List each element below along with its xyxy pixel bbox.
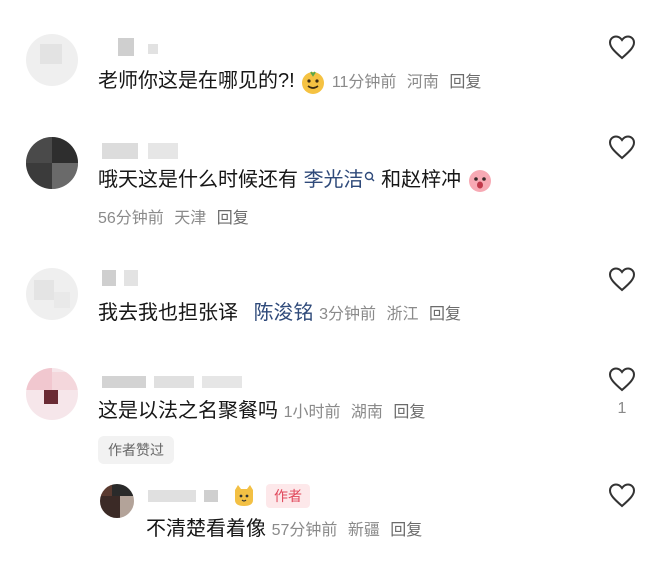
comment-body-continued: 和赵梓冲 [381, 169, 462, 191]
username-pixel [148, 490, 196, 502]
avatar-pixel [120, 496, 134, 518]
heart-outline-icon[interactable] [608, 366, 636, 392]
reply-button[interactable]: 回复 [429, 306, 461, 323]
avatar-pixel [52, 163, 78, 189]
avatar[interactable] [26, 268, 78, 320]
author-liked-badge: 作者赞过 [98, 436, 174, 464]
comment-location: 河南 [406, 74, 439, 91]
heart-outline-icon[interactable] [608, 266, 636, 292]
comment-text: 哦天这是什么时候还有 李光洁 和赵梓冲 [98, 167, 493, 194]
comment-meta: 56分钟前 天津 回复 [98, 204, 255, 228]
comment-time: 56分钟前 [98, 210, 164, 227]
comment-text: 不清楚看着像 57分钟前 新疆 回复 [146, 516, 428, 544]
username-pixel [102, 143, 138, 159]
comment-body: 老师你这是在哪见的?! [98, 70, 295, 92]
username-pixel [202, 376, 242, 388]
avatar-pixel [26, 368, 52, 390]
comment-meta: 11分钟前 河南 回复 [332, 74, 488, 91]
heart-outline-icon[interactable] [608, 482, 636, 508]
avatar-pixel [44, 390, 58, 404]
comment-meta: 3分钟前 浙江 回复 [319, 306, 467, 323]
avatar-pixel [112, 484, 134, 496]
heart-outline-icon[interactable] [608, 134, 636, 160]
avatar-pixel [26, 163, 52, 189]
username-pixel [204, 490, 218, 502]
avatar-pixel [52, 137, 78, 163]
avatar-pixel [26, 137, 52, 163]
mention-link[interactable]: 李光洁 [304, 169, 382, 191]
avatar-pixel [100, 496, 120, 518]
username-pixel [102, 376, 146, 388]
heart-outline-icon[interactable] [608, 34, 636, 60]
comment-time: 1小时前 [283, 404, 341, 421]
comment-body: 我去我也担张译 [98, 302, 238, 324]
avatar-pixel [54, 292, 70, 308]
reply-button[interactable]: 回复 [390, 522, 422, 539]
reply-button[interactable]: 回复 [217, 210, 249, 227]
comment-text: 这是以法之名聚餐吗 1小时前 湖南 回复 [98, 398, 431, 426]
avatar[interactable] [26, 137, 78, 189]
comment-text: 我去我也担张译 陈浚铭 3分钟前 浙江 回复 [98, 300, 467, 328]
reply-button[interactable]: 回复 [449, 74, 481, 91]
mention-name: 李光洁 [303, 169, 364, 191]
avatar-pixel [100, 484, 112, 496]
username-pixel [124, 270, 138, 286]
username-pixel [148, 143, 178, 159]
mention-link[interactable]: 陈浚铭 [254, 302, 314, 324]
reply-button[interactable]: 回复 [393, 404, 425, 421]
comment-time: 57分钟前 [271, 522, 338, 539]
author-tag: 作者 [266, 484, 310, 508]
avatar[interactable] [26, 368, 78, 420]
comment-meta: 57分钟前 新疆 回复 [272, 522, 429, 539]
like-count: 1 [617, 400, 627, 417]
comment-location: 湖南 [350, 404, 383, 421]
avatar-pixel [40, 44, 62, 64]
comment-location: 天津 [174, 210, 207, 227]
comment-meta: 1小时前 湖南 回复 [284, 404, 432, 421]
cat-emoji-icon [235, 485, 253, 506]
comment-body: 这是以法之名聚餐吗 [98, 400, 278, 422]
comment-text: 老师你这是在哪见的?! 11分钟前 河南 回复 [98, 68, 487, 96]
username-pixel [102, 270, 116, 286]
avatar[interactable] [26, 34, 78, 86]
avatar[interactable] [100, 484, 134, 518]
comment-time: 3分钟前 [319, 306, 377, 323]
search-icon [364, 171, 375, 182]
surprised-emoji-icon [468, 169, 491, 192]
comment-body: 哦天这是什么时候还有 [98, 169, 298, 191]
avatar-pixel [34, 280, 54, 300]
comment-time: 11分钟前 [331, 74, 397, 91]
username-pixel [148, 44, 158, 54]
avatar-pixel [52, 372, 78, 390]
username-pixel [154, 376, 194, 388]
comment-location: 新疆 [347, 522, 380, 539]
username-pixel [118, 38, 134, 56]
comment-body: 不清楚看着像 [146, 518, 266, 540]
comment-location: 浙江 [386, 306, 419, 323]
smiling-emoji-icon [302, 71, 325, 94]
